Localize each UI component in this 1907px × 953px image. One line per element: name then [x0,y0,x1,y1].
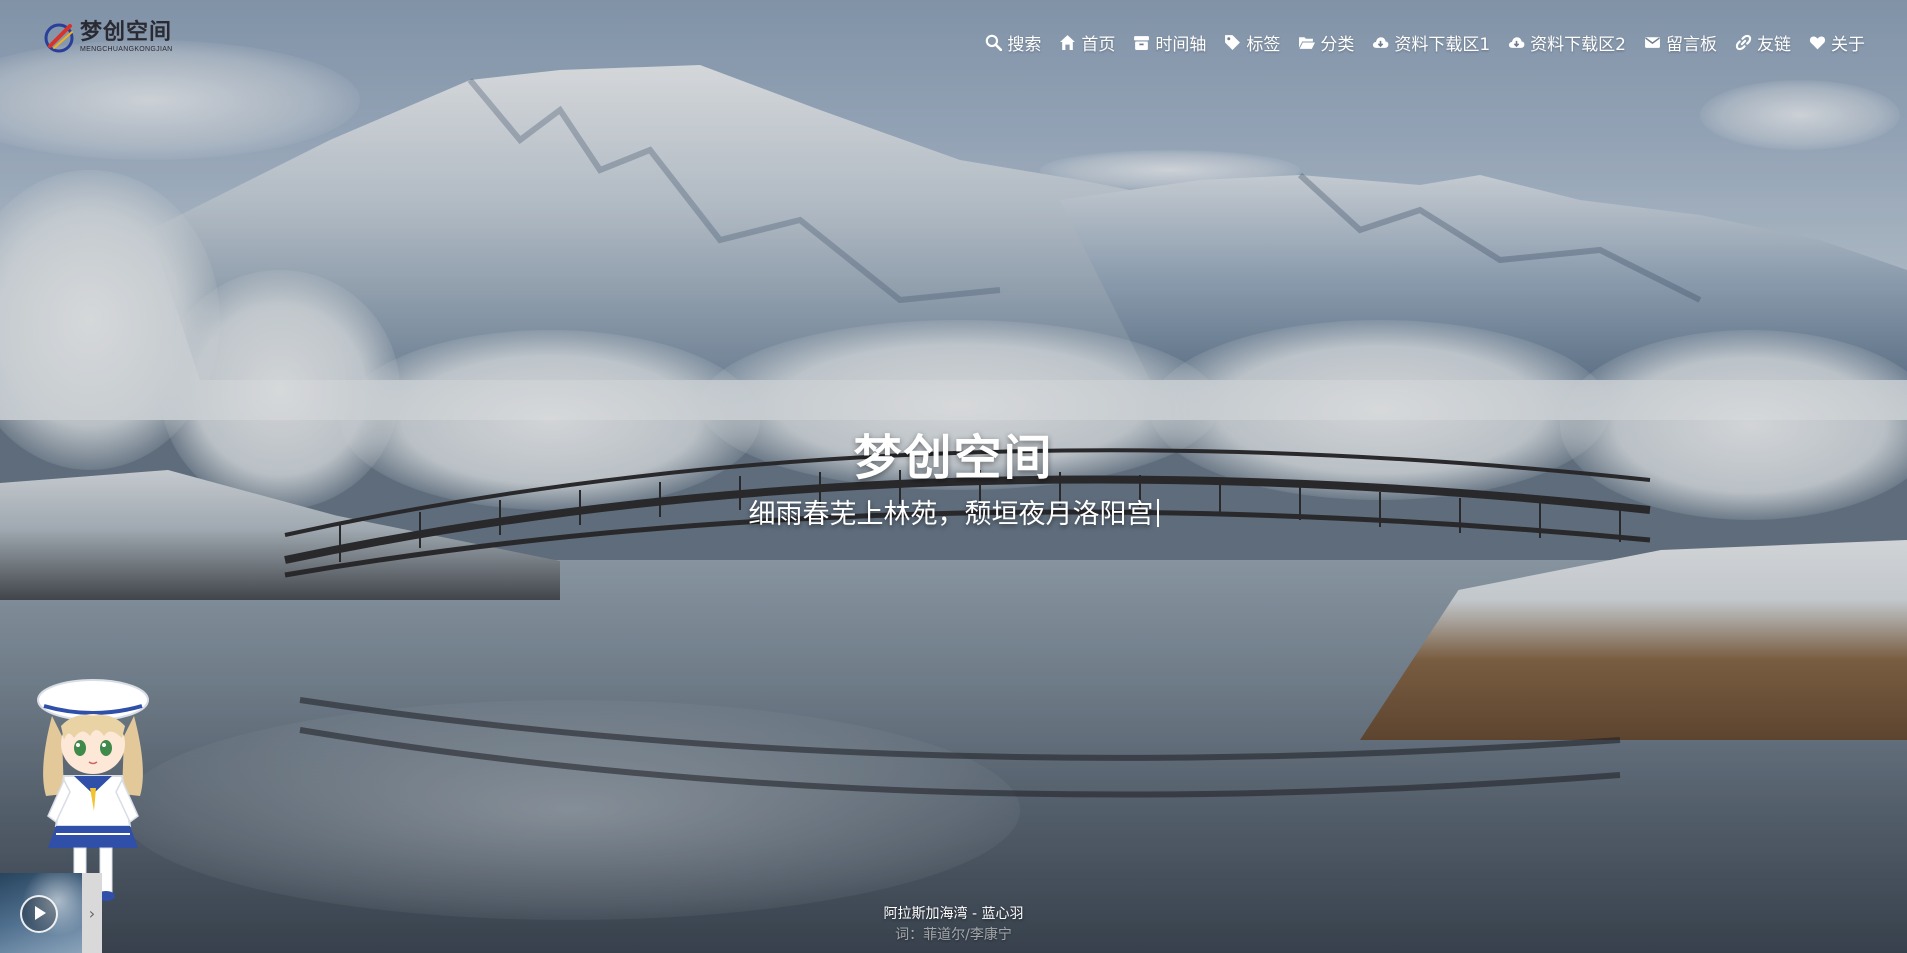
nav-item-guestbook[interactable]: 留言板 [1644,30,1717,55]
nav-item-friend-links[interactable]: 友链 [1735,30,1791,55]
logo-title: 梦创空间 [80,19,173,45]
typing-cursor [1156,499,1159,527]
cloud-download-icon [1509,36,1525,48]
top-navbar: 梦创空间 MENGCHUANGKONGJIAN 搜索 首页 时间轴 标签 分类 … [0,0,1907,82]
nav-item-label: 标签 [1246,34,1281,55]
main-nav: 搜索 首页 时间轴 标签 分类 资料下载区1 资料下载区2 留言板 友链 关于 [967,28,1865,56]
nav-item-label: 资料下载区1 [1394,34,1491,55]
lyric-credit: 词：菲道尔/李康宁 [895,927,1012,943]
nav-item-label: 留言板 [1666,34,1717,55]
search-icon [986,34,1003,51]
nav-item-label: 友链 [1757,34,1791,55]
tags-icon [1225,34,1241,50]
home-icon [1060,34,1076,50]
nav-item-label: 分类 [1320,34,1355,55]
nav-item-downloads-1[interactable]: 资料下载区1 [1372,30,1490,55]
heart-icon [1809,35,1826,49]
nav-item-label: 首页 [1081,34,1116,55]
lyric-now-playing: 阿拉斯加海湾 - 蓝心羽 [883,906,1024,922]
logo-subtitle: MENGCHUANGKONGJIAN [80,46,173,53]
logo-mark-icon [44,23,74,53]
nav-item-downloads-2[interactable]: 资料下载区2 [1508,30,1626,55]
nav-item-home[interactable]: 首页 [1059,30,1115,55]
nav-item-label: 关于 [1831,34,1865,55]
folder-open-icon [1299,36,1316,49]
nav-item-categories[interactable]: 分类 [1298,30,1354,55]
hero-subtitle: 细雨春芜上林苑，颓垣夜月洛阳宫 [748,499,1154,530]
envelope-icon [1645,36,1660,48]
nav-item-timeline[interactable]: 时间轴 [1133,30,1206,55]
nav-item-label: 搜索 [1007,34,1042,55]
nav-item-about[interactable]: 关于 [1809,30,1865,55]
hero-title: 梦创空间 [853,430,1054,486]
nav-item-label: 资料下载区2 [1530,34,1626,55]
play-icon[interactable] [20,895,58,933]
cloud-download-icon [1373,36,1389,48]
nav-item-tags[interactable]: 标签 [1224,30,1280,55]
archive-icon [1134,35,1150,50]
hero-subtitle-wrapper: 细雨春芜上林苑，颓垣夜月洛阳宫 [0,492,1907,531]
link-icon [1735,34,1752,50]
nav-item-search[interactable]: 搜索 [985,30,1041,55]
nav-item-label: 时间轴 [1155,34,1207,55]
site-logo[interactable]: 梦创空间 MENGCHUANGKONGJIAN [42,20,173,54]
